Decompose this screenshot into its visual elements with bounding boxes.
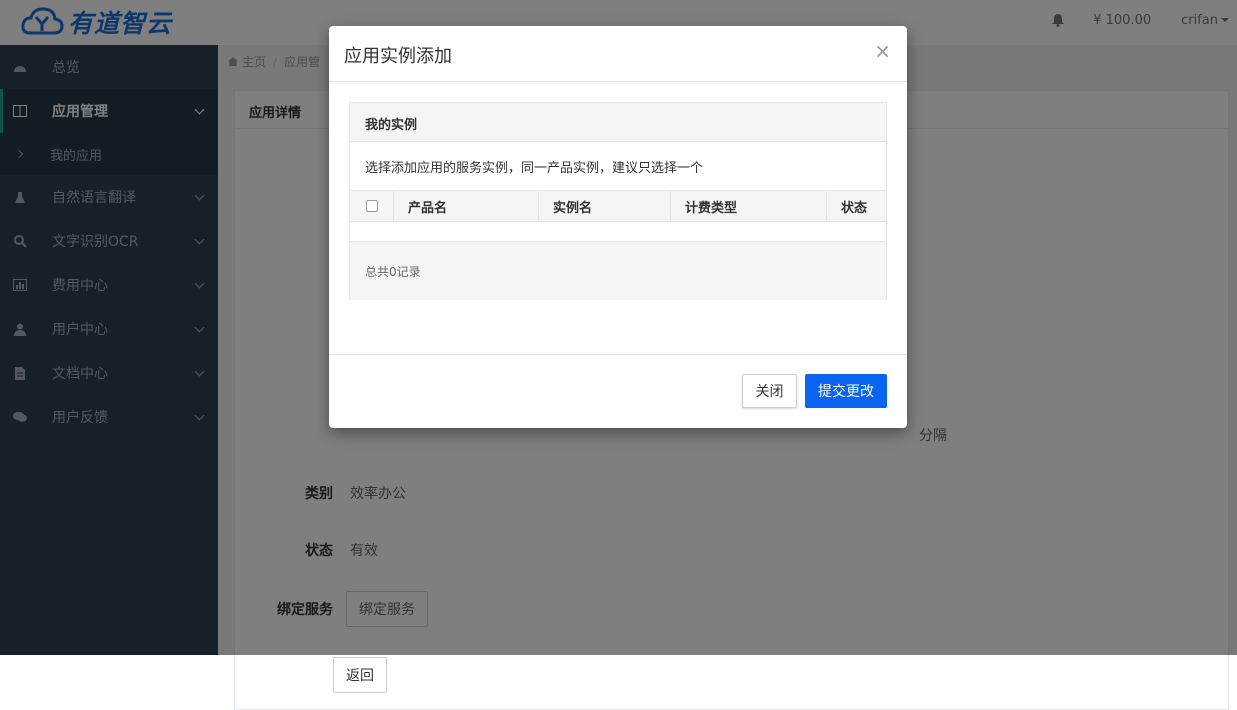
column-status[interactable]: 状态 (827, 191, 886, 221)
modal-header: 应用实例添加 × (329, 26, 907, 82)
select-all-cell (350, 191, 394, 221)
add-app-instance-modal: 应用实例添加 × 我的实例 选择添加应用的服务实例，同一产品实例，建议只选择一个… (329, 26, 907, 428)
submit-button[interactable]: 提交更改 (805, 374, 887, 408)
table-empty-row (350, 222, 886, 242)
modal-title: 应用实例添加 (344, 46, 452, 67)
section-title: 我的实例 (350, 103, 886, 142)
column-product-name[interactable]: 产品名 (394, 191, 539, 221)
column-billing-type[interactable]: 计费类型 (671, 191, 827, 221)
instances-table-header: 产品名 实例名 计费类型 状态 (350, 190, 886, 222)
back-button-wrap: 返回 (333, 657, 387, 693)
select-all-checkbox[interactable] (365, 200, 378, 212)
table-total: 总共0记录 (350, 242, 886, 300)
close-icon[interactable]: × (874, 40, 891, 62)
close-button[interactable]: 关闭 (742, 374, 797, 408)
my-instances-panel: 我的实例 选择添加应用的服务实例，同一产品实例，建议只选择一个 产品名 实例名 … (349, 102, 887, 300)
column-instance-name[interactable]: 实例名 (539, 191, 671, 221)
modal-footer: 关闭 提交更改 (329, 354, 907, 428)
section-description: 选择添加应用的服务实例，同一产品实例，建议只选择一个 (365, 161, 704, 176)
back-button[interactable]: 返回 (333, 657, 387, 693)
